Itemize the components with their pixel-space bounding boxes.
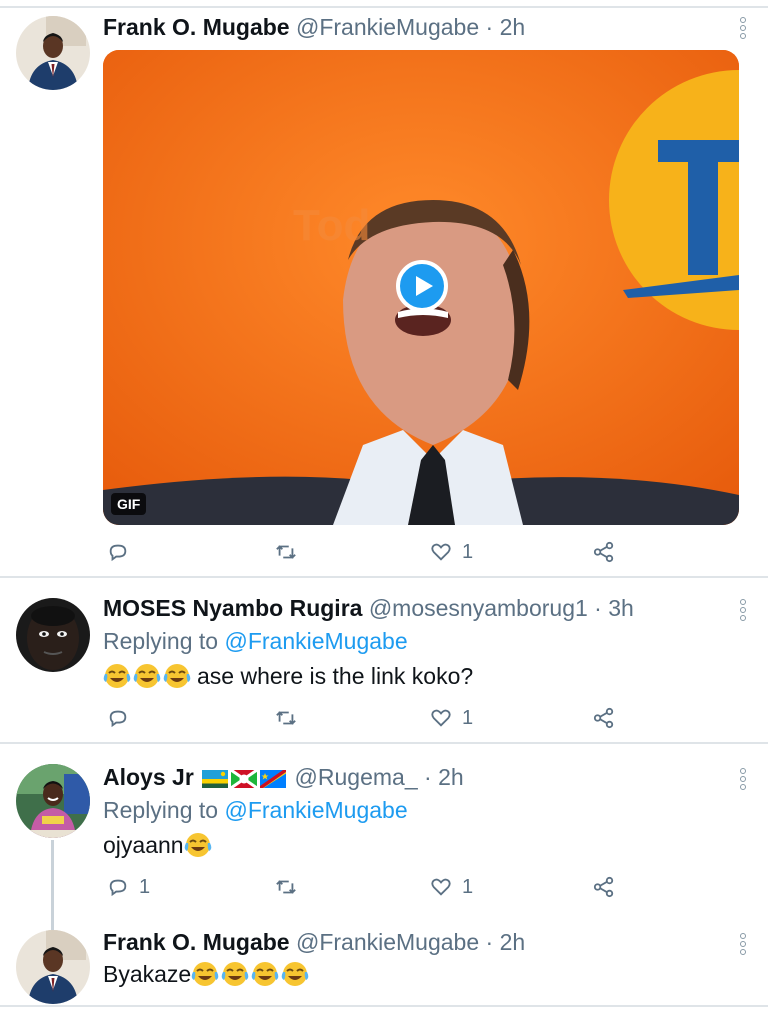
replying-to-label: Replying to — [103, 628, 225, 654]
avatar[interactable] — [16, 930, 90, 1004]
reply-icon — [109, 879, 127, 897]
face-with-tears-of-joy-emoji — [281, 960, 309, 988]
timestamp[interactable]: · 3h — [594, 595, 634, 621]
timestamp[interactable]: · 2h — [486, 929, 526, 955]
reply-icon — [109, 544, 127, 562]
face-with-tears-of-joy-emoji — [103, 662, 131, 690]
like-count: 1 — [462, 875, 474, 898]
avatar[interactable] — [16, 764, 90, 838]
tweet-header: Frank O. Mugabe @FrankieMugabe · 2h — [103, 12, 525, 42]
mention-link[interactable]: @FrankieMugabe — [224, 797, 407, 823]
face-with-tears-of-joy-emoji — [163, 662, 191, 690]
tweet-body: ase where is the link koko? — [197, 663, 474, 689]
display-name[interactable]: Frank O. Mugabe — [103, 14, 290, 40]
replying-to: Replying to @FrankieMugabe — [103, 795, 408, 825]
thread-connector — [51, 840, 54, 932]
tweet-text: ojyaann — [103, 830, 214, 860]
heart-icon — [431, 878, 451, 896]
tweet-text: Byakaze — [103, 959, 311, 989]
flag-emojis — [202, 769, 287, 788]
face-with-tears-of-joy-emoji — [184, 831, 212, 859]
avatar[interactable] — [16, 16, 90, 90]
retweet-button[interactable] — [275, 537, 307, 567]
tweet-divider — [0, 742, 768, 744]
face-with-tears-of-joy-emoji — [221, 960, 249, 988]
timestamp[interactable]: · 2h — [486, 14, 526, 40]
tweet-body: ojyaann — [103, 832, 184, 858]
heart-icon — [431, 543, 451, 561]
tweet-body: Byakaze — [103, 961, 192, 987]
share-icon — [593, 541, 614, 563]
like-button[interactable]: 1 — [430, 872, 473, 902]
reply-button[interactable] — [107, 703, 139, 733]
user-handle[interactable]: @Rugema_ — [295, 764, 418, 790]
user-handle[interactable]: @FrankieMugabe — [296, 14, 479, 40]
share-button[interactable] — [593, 703, 625, 733]
more-vertical-icon[interactable] — [740, 17, 746, 39]
reply-button[interactable]: 1 — [107, 872, 150, 902]
timestamp[interactable]: · 2h — [424, 764, 464, 790]
face-with-tears-of-joy-emoji — [251, 960, 279, 988]
tweet-actions: 1 1 — [103, 872, 633, 902]
tweet-header: Frank O. Mugabe @FrankieMugabe · 2h — [103, 927, 525, 957]
mention-link[interactable]: @FrankieMugabe — [224, 628, 407, 654]
avatar[interactable] — [16, 598, 90, 672]
retweet-button[interactable] — [275, 703, 307, 733]
display-name[interactable]: MOSES Nyambo Rugira — [103, 595, 362, 621]
display-name[interactable]: Frank O. Mugabe — [103, 929, 290, 955]
replying-to: Replying to @FrankieMugabe — [103, 626, 408, 656]
retweet-button[interactable] — [275, 872, 307, 902]
user-handle[interactable]: @mosesnyamborug1 — [369, 595, 588, 621]
play-button[interactable] — [396, 260, 448, 312]
more-vertical-icon[interactable] — [740, 768, 746, 790]
share-button[interactable] — [593, 872, 625, 902]
share-button[interactable] — [593, 537, 625, 567]
top-divider — [0, 6, 768, 8]
share-icon — [593, 707, 614, 729]
reply-icon — [109, 710, 127, 728]
play-icon — [416, 276, 433, 296]
reply-count: 1 — [139, 875, 151, 898]
svg-text:Tod: Tod — [293, 201, 370, 250]
drc-flag-icon — [260, 769, 287, 788]
retweet-icon — [276, 711, 296, 725]
rwanda-flag-icon — [202, 769, 229, 788]
display-name[interactable]: Aloys Jr — [103, 764, 194, 790]
replying-to-label: Replying to — [103, 797, 225, 823]
tweet-header: MOSES Nyambo Rugira @mosesnyamborug1 · 3… — [103, 593, 634, 623]
face-with-tears-of-joy-emoji — [191, 960, 219, 988]
heart-icon — [431, 709, 451, 727]
tweet-actions: 1 — [103, 537, 633, 567]
retweet-icon — [276, 545, 296, 559]
gif-badge: GIF — [111, 493, 147, 515]
tweet-actions: 1 — [103, 703, 633, 733]
like-button[interactable]: 1 — [430, 703, 473, 733]
like-count: 1 — [462, 706, 474, 729]
burundi-flag-icon — [231, 769, 258, 788]
tweet-header: Aloys Jr @Rugema_ · 2h — [103, 762, 464, 792]
gif-media[interactable]: Tod GIF — [103, 50, 739, 525]
like-button[interactable]: 1 — [430, 537, 473, 567]
face-with-tears-of-joy-emoji — [133, 662, 161, 690]
reply-button[interactable] — [107, 537, 139, 567]
tweet-text: ase where is the link koko? — [103, 661, 473, 691]
share-icon — [593, 876, 614, 898]
more-vertical-icon[interactable] — [740, 599, 746, 621]
tweet-divider — [0, 576, 768, 578]
more-vertical-icon[interactable] — [740, 933, 746, 955]
retweet-icon — [276, 880, 296, 894]
user-handle[interactable]: @FrankieMugabe — [296, 929, 479, 955]
like-count: 1 — [462, 540, 474, 563]
bottom-divider — [0, 1005, 768, 1007]
